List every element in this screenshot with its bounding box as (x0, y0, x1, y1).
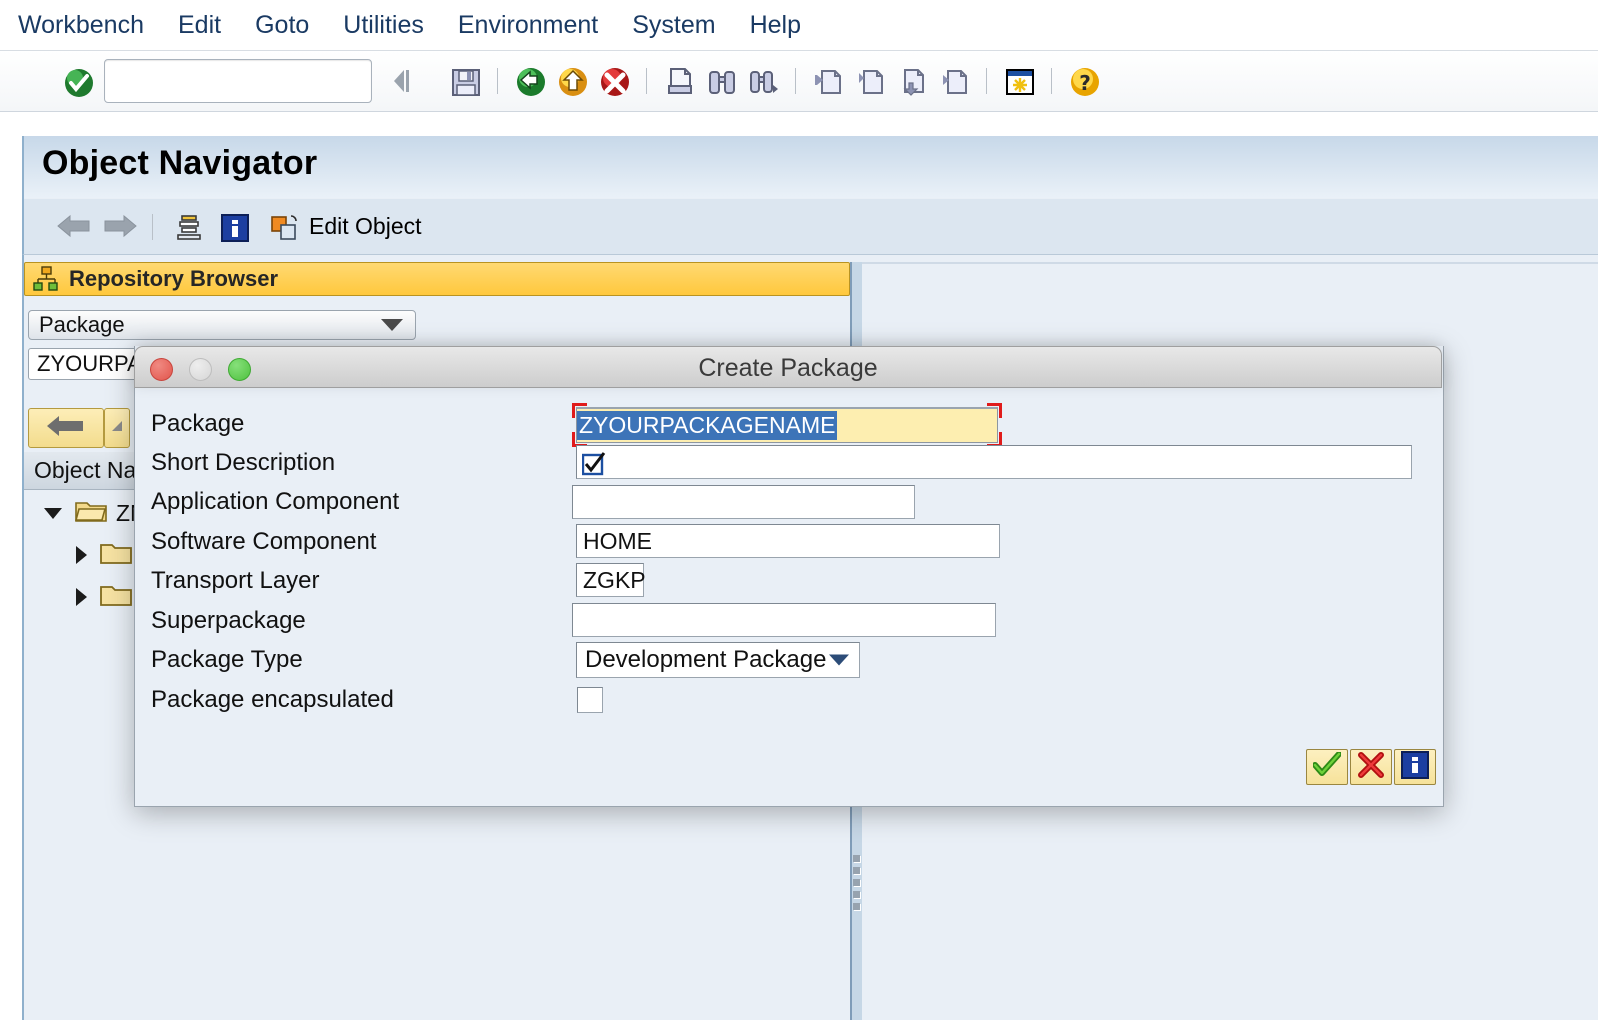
app-toolbar-separator (152, 213, 153, 240)
splitter-grip[interactable] (853, 855, 860, 915)
blue-info-icon (1401, 750, 1429, 784)
menu-item-edit[interactable]: Edit (161, 0, 238, 50)
left-arrow-icon (45, 413, 87, 444)
small-corner-icon (110, 419, 124, 438)
package-field-value: ZYOURPACKAGENAME (577, 411, 838, 440)
command-history-icon[interactable] (388, 66, 418, 96)
last-page-icon[interactable] (939, 66, 969, 96)
new-session-icon[interactable] (1004, 66, 1034, 96)
back-icon[interactable] (515, 66, 545, 96)
menu-item-environment[interactable]: Environment (441, 0, 615, 50)
software-component-label: Software Component (151, 528, 377, 555)
object-name-input-value: ZYOURPA (37, 351, 142, 376)
application-component-field[interactable] (572, 485, 915, 519)
object-type-select[interactable]: Package (28, 310, 416, 340)
application-toolbar: Edit Object (22, 199, 1598, 255)
red-x-icon (1358, 751, 1384, 783)
save-icon[interactable] (450, 66, 480, 96)
command-toolbar: ? (0, 51, 1598, 112)
repository-browser-tab-row: Repository Browser (24, 262, 850, 296)
superpackage-label: Superpackage (151, 607, 306, 634)
transport-layer-label: Transport Layer (151, 567, 320, 594)
print-icon[interactable] (664, 66, 694, 96)
expand-collapse-icon[interactable] (44, 507, 62, 519)
menu-item-workbench[interactable]: Workbench (0, 0, 161, 50)
menu-item-system[interactable]: System (615, 0, 732, 50)
confirm-button[interactable] (1306, 749, 1348, 785)
short-description-label: Short Description (151, 449, 336, 476)
menu-item-utilities[interactable]: Utilities (326, 0, 441, 50)
package-encapsulated-label: Package encapsulated (151, 686, 394, 713)
dialog-title-bar[interactable]: Create Package (134, 346, 1442, 388)
tab-repository-browser[interactable]: Repository Browser (24, 262, 850, 296)
object-list-icon[interactable] (173, 212, 203, 242)
tree-back-dropdown-button[interactable] (104, 408, 130, 448)
tree-row-root[interactable]: ZN (24, 492, 147, 534)
cancel-button[interactable] (1350, 749, 1392, 785)
transport-layer-field[interactable]: ZGKP (576, 563, 646, 597)
menu-item-help[interactable]: Help (733, 0, 818, 50)
software-component-field[interactable]: HOME (576, 524, 1000, 558)
green-check-icon (1312, 750, 1342, 783)
toolbar-separator (646, 68, 647, 94)
package-type-label: Package Type (151, 646, 303, 673)
short-description-field[interactable] (576, 445, 1412, 479)
next-page-icon[interactable] (897, 66, 927, 96)
tree-back-button[interactable] (28, 408, 104, 448)
software-component-field-value: HOME (583, 527, 652, 554)
object-type-select-value: Package (39, 312, 125, 337)
application-component-label: Application Component (151, 488, 400, 515)
cancel-icon[interactable] (599, 66, 629, 96)
toolbar-separator (497, 68, 498, 94)
command-field[interactable] (104, 59, 372, 103)
chevron-down-icon (829, 654, 849, 666)
package-type-select-value: Development Package (585, 646, 827, 673)
help-icon[interactable]: ? (1069, 66, 1099, 96)
previous-page-icon[interactable] (855, 66, 885, 96)
create-package-dialog: Package ZYOURPACKAGENAME Short Descripti… (134, 346, 1444, 807)
menu-bar: Workbench Edit Goto Utilities Environmen… (0, 0, 1598, 51)
find-icon[interactable] (706, 66, 736, 96)
tree-column-header-label: Object Na (34, 457, 137, 483)
expand-collapse-icon[interactable] (76, 546, 87, 564)
tree-row-child-2[interactable] (24, 576, 141, 618)
edit-object-label[interactable]: Edit Object (309, 213, 422, 240)
transport-layer-field-value: ZGKP (583, 566, 646, 593)
page-title: Object Navigator (42, 144, 318, 182)
right-pane-top-edge (862, 262, 1598, 264)
exit-icon[interactable] (557, 66, 587, 96)
superpackage-field[interactable] (572, 603, 996, 637)
tab-label: Repository Browser (69, 266, 279, 291)
focus-corner-icon (572, 403, 587, 418)
package-label: Package (151, 410, 245, 437)
display-info-icon[interactable] (219, 212, 249, 242)
expand-collapse-icon[interactable] (76, 588, 87, 606)
svg-text:?: ? (1079, 71, 1091, 95)
package-type-select[interactable]: Development Package (576, 642, 860, 678)
toolbar-separator (1051, 68, 1052, 94)
focus-corner-icon (987, 403, 1002, 418)
chevron-down-icon (381, 319, 403, 331)
folder-icon (99, 539, 133, 572)
package-field[interactable]: ZYOURPACKAGENAME (572, 403, 1002, 447)
tree-row-child-1[interactable] (24, 534, 141, 576)
toolbar-separator (795, 68, 796, 94)
folder-icon (99, 581, 133, 614)
sap-gui-window: Workbench Edit Goto Utilities Environmen… (0, 0, 1598, 1020)
dialog-title: Create Package (698, 354, 878, 382)
forward-arrow-icon[interactable] (102, 212, 137, 242)
package-encapsulated-checkbox[interactable] (577, 687, 603, 713)
find-next-icon[interactable] (748, 66, 778, 96)
open-folder-icon (74, 497, 108, 530)
hierarchy-icon (33, 266, 59, 292)
first-page-icon[interactable] (813, 66, 843, 96)
enter-check-icon[interactable] (62, 66, 93, 97)
edit-object-icon[interactable] (269, 212, 299, 242)
checkbox-cursor-icon (581, 452, 606, 476)
menu-item-goto[interactable]: Goto (238, 0, 326, 50)
info-button[interactable] (1394, 749, 1436, 785)
toolbar-separator (986, 68, 987, 94)
back-arrow-icon[interactable] (56, 212, 90, 242)
